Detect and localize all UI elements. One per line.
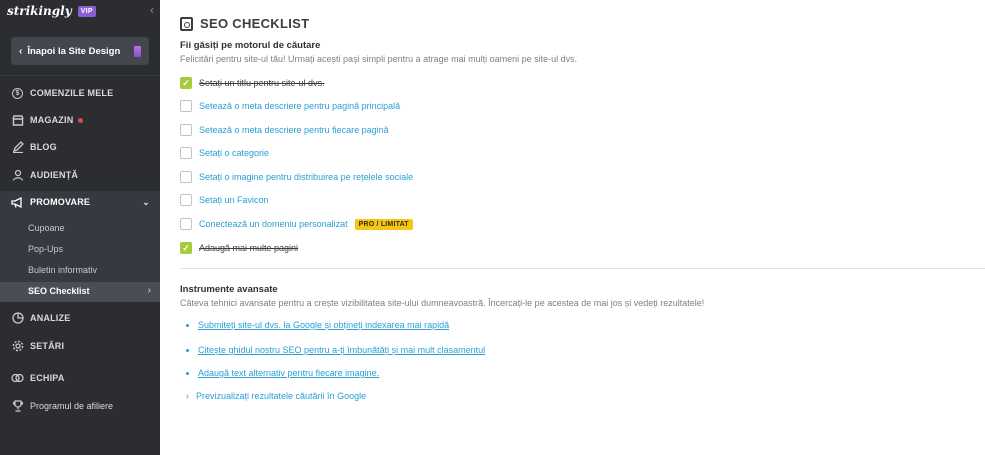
sidebar-divider (0, 75, 160, 76)
page-title: SEO CHECKLIST (200, 16, 310, 31)
pro-limited-badge: PRO / LIMITAT (354, 218, 413, 230)
bullet-icon (186, 371, 189, 375)
chevron-left-icon: ‹ (19, 45, 23, 57)
advanced-link-label[interactable]: Adaugă text alternativ pentru fiecare im… (198, 368, 379, 378)
sidebar-item-settings[interactable]: SETĂRI (0, 335, 160, 357)
checkbox[interactable] (180, 218, 192, 230)
checkbox[interactable] (180, 124, 192, 136)
checkbox[interactable] (180, 147, 192, 159)
strikingly-logo[interactable]: strikingly (7, 4, 72, 18)
search-section-description: Felicitări pentru site-ul tău! Urmați ac… (180, 54, 578, 64)
trophy-icon (11, 400, 24, 413)
back-to-site-design-button[interactable]: ‹ Înapoi la Site Design (11, 37, 149, 65)
checkbox-checked[interactable]: ✓ (180, 77, 192, 89)
sidebar-item-promotion[interactable]: PROMOVARE ⌄ (0, 191, 160, 213)
checklist-item[interactable]: Setați o categorie (180, 147, 269, 159)
google-preview-label: Previzualizați rezultatele căutării în G… (196, 391, 367, 401)
sidebar-item-label: COMENZILE MELE (30, 88, 114, 98)
sidebar-subitem-coupons[interactable]: Cupoane (28, 223, 65, 233)
checklist-item[interactable]: ✓ Adaugă mai multe pagini (180, 242, 298, 254)
checklist-item[interactable]: Setați o imagine pentru distribuirea pe … (180, 171, 413, 183)
sidebar-item-label: ECHIPA (30, 373, 65, 383)
sidebar-item-label: AUDIENȚĂ (30, 170, 79, 180)
checklist-item-link[interactable]: Setează o meta descriere pentru fiecare … (199, 125, 389, 135)
pen-icon (11, 141, 24, 154)
sidebar-item-store[interactable]: MAGAZIN (0, 109, 160, 131)
sidebar-item-label: ANALIZE (30, 313, 71, 323)
checklist-item-link[interactable]: Setează o meta descriere pentru pagină p… (199, 101, 400, 111)
search-section-title: Fii găsiți pe motorul de căutare (180, 40, 321, 51)
seo-search-icon (180, 16, 193, 31)
advanced-link[interactable]: Citește ghidul nostru SEO pentru a-ți îm… (186, 345, 485, 355)
checklist-item[interactable]: Setează o meta descriere pentru pagină p… (180, 100, 400, 112)
back-button-label: Înapoi la Site Design (27, 45, 121, 57)
design-icon (134, 45, 141, 57)
checkbox-checked[interactable]: ✓ (180, 242, 192, 254)
advanced-link[interactable]: Submiteți site-ul dvs. la Google și obți… (186, 320, 449, 330)
sidebar-item-orders[interactable]: $ COMENZILE MELE (0, 82, 160, 104)
checklist-item-link[interactable]: Conectează un domeniu personalizat (199, 219, 348, 229)
vip-badge: VIP (77, 5, 96, 17)
google-preview-toggle[interactable]: › Previzualizați rezultatele căutării în… (186, 391, 366, 401)
dollar-icon: $ (11, 87, 24, 100)
checklist-item[interactable]: Setați un Favicon (180, 194, 269, 206)
checklist-item-link[interactable]: Setați o categorie (199, 148, 269, 158)
sidebar: strikingly VIP ‹ ‹ Înapoi la Site Design… (0, 0, 160, 455)
bullet-icon (186, 323, 189, 327)
store-icon (11, 114, 24, 127)
checklist-item-label: Adaugă mai multe pagini (199, 243, 299, 253)
bullet-icon (186, 348, 189, 352)
sidebar-subitem-popups[interactable]: Pop-Ups (28, 244, 63, 254)
sidebar-item-analytics[interactable]: ANALIZE (0, 307, 160, 329)
notification-dot (78, 117, 84, 123)
collapse-sidebar-icon[interactable]: ‹ (150, 3, 154, 17)
page-header: SEO CHECKLIST (180, 16, 309, 31)
checkbox[interactable] (180, 194, 192, 206)
brand: strikingly VIP (7, 4, 96, 18)
advanced-link[interactable]: Adaugă text alternativ pentru fiecare im… (186, 368, 379, 378)
sidebar-item-label: Programul de afiliere (30, 401, 114, 411)
sidebar-item-team[interactable]: ECHIPA (0, 367, 160, 389)
sidebar-item-blog[interactable]: BLOG (0, 136, 160, 158)
checklist-item-link[interactable]: Setați un Favicon (199, 195, 269, 205)
chevron-down-icon: ⌄ (142, 196, 150, 207)
advanced-section-description: Câteva tehnici avansate pentru a crește … (180, 298, 705, 308)
advanced-link-label[interactable]: Submiteți site-ul dvs. la Google și obți… (198, 320, 449, 330)
sidebar-item-affiliate[interactable]: Programul de afiliere (0, 395, 160, 417)
checklist-item-link[interactable]: Setați o imagine pentru distribuirea pe … (199, 172, 413, 182)
checklist-item[interactable]: ✓ Setați un titlu pentru site-ul dvs. (180, 77, 325, 89)
checklist-item-label: Setați un titlu pentru site-ul dvs. (199, 78, 325, 88)
sidebar-item-audience[interactable]: AUDIENȚĂ (0, 164, 160, 186)
advanced-section-title: Instrumente avansate (180, 284, 278, 295)
sidebar-subitem-seo-checklist[interactable]: SEO Checklist › (0, 282, 160, 302)
sidebar-item-label: PROMOVARE (30, 197, 91, 207)
sidebar-item-label: BLOG (30, 142, 57, 152)
section-divider (180, 268, 985, 269)
checklist-item[interactable]: Conectează un domeniu personalizat PRO /… (180, 218, 413, 230)
chevron-right-icon: › (147, 285, 151, 296)
megaphone-icon (11, 196, 24, 209)
main-content: SEO CHECKLIST Fii găsiți pe motorul de c… (160, 0, 985, 455)
checkbox[interactable] (180, 171, 192, 183)
sidebar-subitem-label: SEO Checklist (28, 286, 90, 296)
sidebar-subitem-newsletter[interactable]: Buletin informativ (28, 265, 97, 275)
gear-icon (11, 340, 24, 353)
chevron-right-icon: › (186, 391, 189, 401)
team-icon (11, 372, 24, 385)
sidebar-item-label: MAGAZIN (30, 115, 74, 125)
checkbox[interactable] (180, 100, 192, 112)
user-icon (11, 169, 24, 182)
sidebar-item-label: SETĂRI (30, 341, 65, 351)
chart-icon (11, 312, 24, 325)
checklist-item[interactable]: Setează o meta descriere pentru fiecare … (180, 124, 389, 136)
advanced-link-label[interactable]: Citește ghidul nostru SEO pentru a-ți îm… (198, 345, 485, 355)
